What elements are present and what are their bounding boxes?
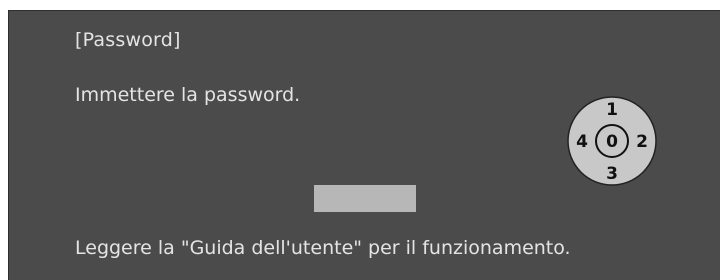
dial-key-down: 3 xyxy=(606,164,618,184)
dialog-title: [Password] xyxy=(75,29,181,51)
dial-key-left: 4 xyxy=(576,132,588,152)
numeric-dial-icon: 1 2 3 4 0 xyxy=(567,96,657,186)
help-footer: Leggere la "Guida dell'utente" per il fu… xyxy=(75,237,571,259)
password-screen: [Password] Immettere la password. 1 2 3 … xyxy=(8,10,720,280)
dial-key-up: 1 xyxy=(606,100,618,120)
dial-key-center: 0 xyxy=(606,132,618,152)
password-prompt: Immettere la password. xyxy=(75,84,301,106)
password-input[interactable] xyxy=(314,185,416,212)
dial-key-right: 2 xyxy=(636,132,648,152)
